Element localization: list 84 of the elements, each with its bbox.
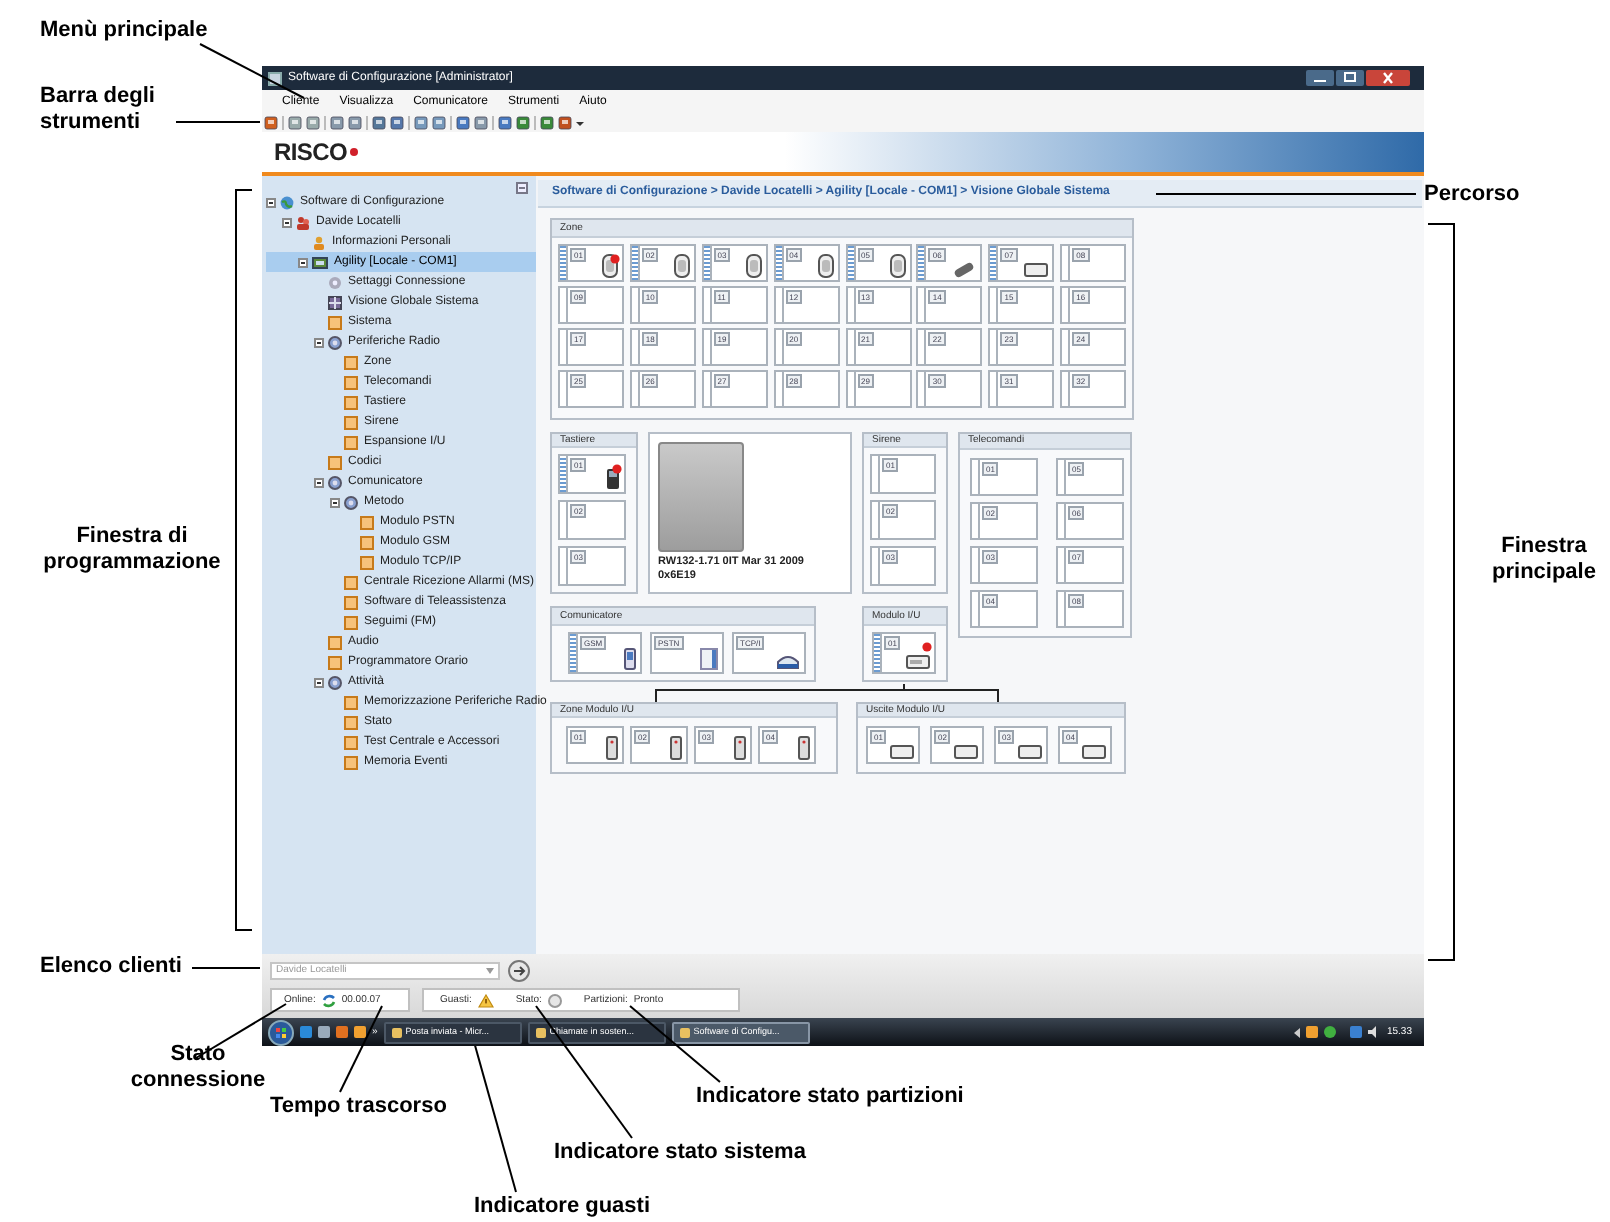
detector-icon [889,254,905,278]
toolbar-icon[interactable] [432,115,446,129]
leader-line [175,121,261,123]
phone-icon [624,648,636,670]
people-icon [296,215,310,229]
logo-dot-icon [349,148,358,156]
contact-icon [734,736,746,760]
app-icon [268,71,282,85]
io-module-icon [906,654,930,670]
collapse-icon[interactable] [282,217,292,227]
toolbar-icon[interactable] [516,115,530,129]
module-icon [700,648,718,670]
box-device-icon [1082,744,1106,760]
grid-icon [328,295,342,309]
toolbar-icon[interactable] [288,115,302,129]
box-device-icon [1024,262,1049,278]
collapse-icon[interactable] [266,197,276,207]
app-icon [535,1027,546,1037]
toolbar-icon[interactable] [390,115,404,129]
contact-icon [798,736,810,760]
detector-icon [673,254,690,278]
maximize-icon[interactable] [1336,70,1364,86]
callout-label: Stato connessione [128,1042,268,1094]
pin-icon[interactable] [516,182,528,194]
warning-icon [477,993,494,1007]
device-icon [312,255,328,269]
app-icon [679,1027,690,1037]
logo: RISCO [274,140,348,164]
gear-icon [328,275,342,289]
collapse-icon[interactable] [314,677,324,687]
go-button-icon[interactable] [508,959,530,981]
toolbar-icon[interactable] [372,115,386,129]
app-icon [391,1027,402,1037]
status-circle-icon [547,993,562,1007]
toolbar-icon[interactable] [456,115,470,129]
close-icon[interactable] [1366,70,1410,86]
detector-icon [817,254,834,278]
volume-icon[interactable] [1368,1026,1381,1038]
chevron-icon[interactable] [1294,1027,1301,1037]
contact-icon [670,736,682,760]
router-icon [776,654,800,670]
toolbar-icon[interactable] [330,115,344,129]
callout-label: Finestra di programmazione [41,524,223,576]
toolbar-icon[interactable] [498,115,512,129]
collapse-icon[interactable] [298,257,308,267]
globe-icon [280,195,294,209]
toolbar-icon[interactable] [414,115,428,129]
folder-gear-icon [328,335,342,349]
callout-label: Elenco clienti [40,954,184,980]
callout-label: Percorso [1424,182,1522,208]
person-icon [312,235,326,249]
toolbar-icon[interactable] [558,115,572,129]
box-device-icon [890,744,914,760]
sync-icon [321,993,336,1007]
keypad-icon [606,468,620,490]
callout-label: Menù principale [40,18,210,44]
leader-line [191,967,261,969]
detector-icon [745,254,762,278]
toolbar-icon[interactable] [540,115,554,129]
control-panel-image [658,442,744,552]
start-button-icon[interactable] [268,1019,294,1045]
collapse-icon[interactable] [314,477,324,487]
toolbar-icon[interactable] [306,115,320,129]
leader-line [339,1005,383,1093]
callout-label: Indicatore stato partizioni [696,1084,966,1110]
callout-label: Finestra principale [1490,534,1598,586]
contact-icon [606,736,618,760]
page-icon [328,315,342,329]
box-device-icon [1018,744,1042,760]
folder-gear-icon [328,675,342,689]
sensor-icon [952,262,977,278]
callout-label: Tempo trascorso [270,1094,449,1120]
box-device-icon [954,744,978,760]
network-icon[interactable] [1350,1026,1363,1038]
toolbar-icon[interactable] [474,115,488,129]
minimize-icon[interactable] [1306,70,1334,86]
toolbar-icon[interactable] [348,115,362,129]
collapse-icon[interactable] [330,497,340,507]
callout-label: Indicatore guasti [474,1194,653,1220]
collapse-icon[interactable] [314,337,324,347]
toolbar-icon[interactable] [264,115,278,129]
callout-label: Barra degli strumenti [40,84,157,136]
callout-label: Indicatore stato sistema [554,1140,808,1166]
caret-icon [486,967,494,973]
